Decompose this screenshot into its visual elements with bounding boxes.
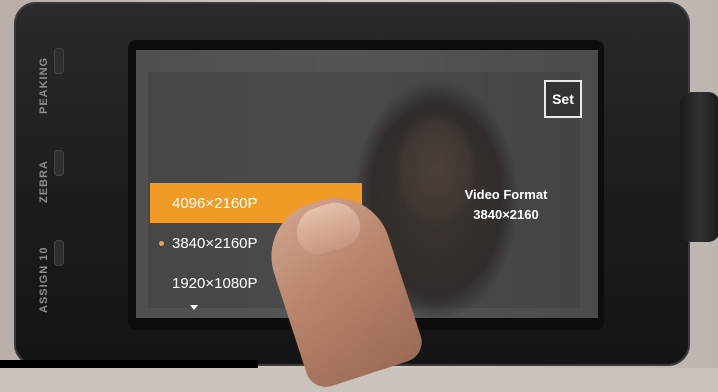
peaking-label: PEAKING xyxy=(38,56,50,114)
current-selection-dot-icon xyxy=(159,240,164,246)
format-info: Video Format 3840×2160 xyxy=(426,185,586,225)
format-option-label: 4096×2160P xyxy=(172,194,258,212)
format-info-title: Video Format xyxy=(464,187,548,202)
side-knob xyxy=(680,92,718,242)
set-button[interactable]: Set xyxy=(544,80,582,118)
format-option-label: 1920×1080P xyxy=(172,274,258,292)
down-arrow-icon[interactable] xyxy=(190,305,198,310)
format-option-label: 3840×2160P xyxy=(172,234,258,252)
side-button-column: PEAKING ZEBRA ASSIGN 10 xyxy=(38,40,64,330)
zebra-label: ZEBRA xyxy=(38,160,50,204)
format-info-value: 3840×2160 xyxy=(473,207,539,222)
assign10-label: ASSIGN 10 xyxy=(38,246,50,314)
black-bar xyxy=(0,360,258,368)
